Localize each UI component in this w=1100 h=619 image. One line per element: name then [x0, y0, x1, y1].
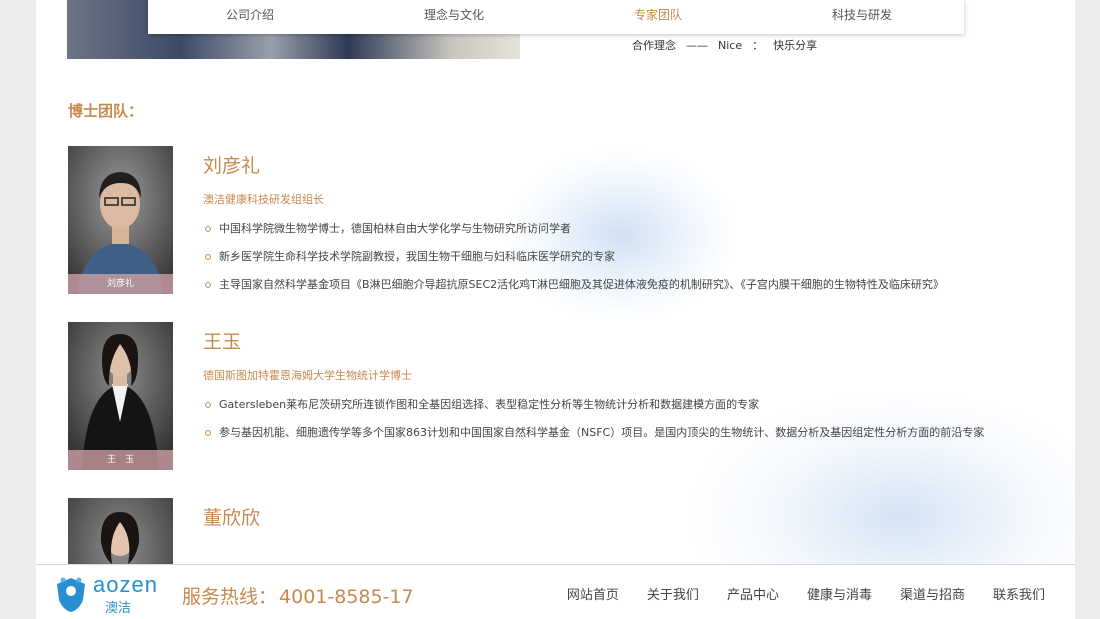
photo-caption: 刘彦礼 — [68, 274, 173, 294]
motto-colon: ： — [752, 39, 764, 52]
hotline-label: 服务热线： — [182, 586, 278, 608]
motto-keyword: Nice — [718, 39, 743, 52]
member-info: 王玉 德国斯图加特霍恩海姆大学生物统计学博士 Gatersleben莱布尼茨研究… — [203, 322, 1063, 447]
page-content: 公司介绍 理念与文化 专家团队 科技与研发 合作理念 —— Nice ： 快乐分享 博士… — [36, 0, 1075, 618]
footer-link-channels[interactable]: 渠道与招商 — [900, 584, 965, 603]
member-photo: 王 玉 — [68, 322, 173, 470]
member-name: 刘彦礼 — [203, 155, 261, 177]
tab-philosophy-culture[interactable]: 理念与文化 — [352, 0, 556, 34]
member-photo: 刘彦礼 — [68, 146, 173, 294]
member-info: 董欣欣 — [203, 498, 1063, 529]
bullet-item: 新乡医学院生命科学技术学院副教授，我国生物干细胞与妇科临床医学研究的专家 — [203, 243, 1063, 271]
member-name: 董欣欣 — [203, 507, 261, 529]
footer-link-home[interactable]: 网站首页 — [567, 584, 619, 603]
logo-subtext: 澳洁 — [105, 601, 132, 616]
footer-link-products[interactable]: 产品中心 — [727, 584, 779, 603]
portrait-image — [68, 146, 173, 294]
cooperation-motto: 合作理念 —— Nice ： 快乐分享 — [632, 37, 827, 53]
tab-tech-research[interactable]: 科技与研发 — [760, 0, 964, 34]
member-bullets: 中国科学院微生物学博士，德国柏林自由大学化学与生物研究所访问学者 新乡医学院生命… — [203, 215, 1063, 299]
tab-expert-team[interactable]: 专家团队 — [556, 0, 760, 34]
motto-label: 合作理念 — [632, 39, 676, 52]
footer-link-health[interactable]: 健康与消毒 — [807, 584, 872, 603]
logo[interactable]: aozen 澳洁 — [53, 572, 168, 616]
member-info: 刘彦礼 澳洁健康科技研发组组长 中国科学院微生物学博士，德国柏林自由大学化学与生… — [203, 146, 1063, 299]
footer-link-about[interactable]: 关于我们 — [647, 584, 699, 603]
motto-dash: —— — [686, 39, 708, 52]
member-title: 德国斯图加特霍恩海姆大学生物统计学博士 — [203, 369, 412, 382]
photo-caption: 王 玉 — [68, 450, 173, 470]
footer: aozen 澳洁 服务热线： 4001-8585-17 网站首页 关于我们 产品中… — [36, 564, 1075, 619]
tab-company-intro[interactable]: 公司介绍 — [148, 0, 352, 34]
bullet-item: 参与基因机能、细胞遗传学等多个国家863计划和中国国家自然科学基金（NSFC）项… — [203, 419, 1063, 447]
logo-icon — [57, 577, 85, 612]
footer-link-contact[interactable]: 联系我们 — [993, 584, 1045, 603]
section-title: 博士团队： — [68, 102, 144, 120]
member-title: 澳洁健康科技研发组组长 — [203, 193, 324, 206]
member-name: 王玉 — [203, 331, 242, 353]
footer-nav: 网站首页 关于我们 产品中心 健康与消毒 渠道与招商 联系我们 — [539, 584, 1045, 603]
member-bullets: Gatersleben莱布尼茨研究所连锁作图和全基因组选择、表型稳定性分析等生物… — [203, 391, 1063, 447]
bullet-item: 中国科学院微生物学博士，德国柏林自由大学化学与生物研究所访问学者 — [203, 215, 1063, 243]
logo-text: aozen — [93, 572, 158, 597]
portrait-image — [68, 322, 173, 470]
hotline-number: 4001-8585-17 — [279, 586, 414, 608]
service-hotline: 服务热线： 4001-8585-17 — [182, 582, 414, 609]
bullet-item: 主导国家自然科学基金项目《B淋巴细胞介导超抗原SEC2活化鸡T淋巴细胞及其促进体… — [203, 271, 1063, 299]
about-tabs: 公司介绍 理念与文化 专家团队 科技与研发 — [148, 0, 964, 34]
bullet-item: Gatersleben莱布尼茨研究所连锁作图和全基因组选择、表型稳定性分析等生物… — [203, 391, 1063, 419]
motto-value: 快乐分享 — [773, 39, 818, 52]
